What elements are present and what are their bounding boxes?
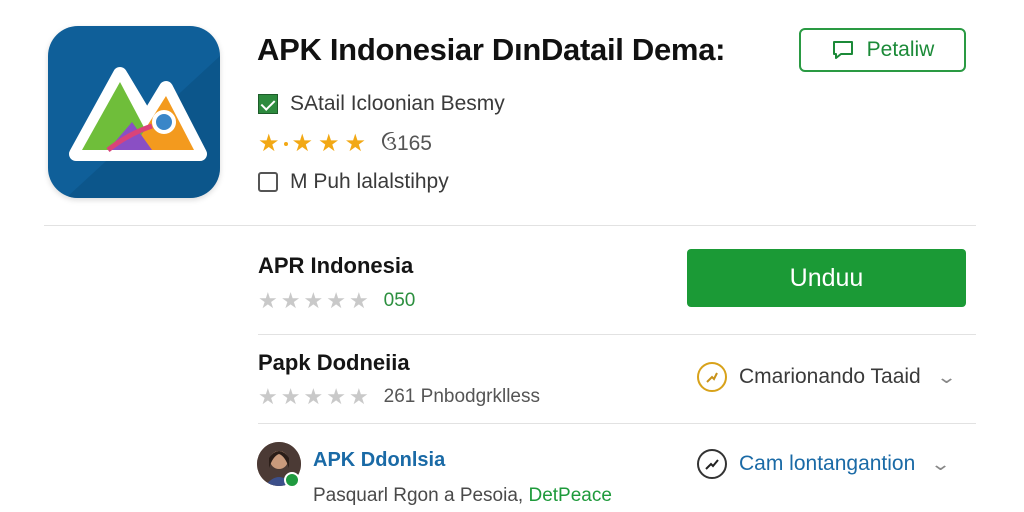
list-item-title[interactable]: APR Indonesia [258,253,413,279]
star-rating: ★ ★ ★ ★ ★ [258,290,372,312]
developer-name[interactable]: SAtail Icloonian Besmy [290,92,505,116]
list-item-link[interactable]: DetPeace [528,485,611,506]
item-action-label: Cmarionando Taaid [739,365,921,388]
item-action-dropdown[interactable]: Cam lontangantion ⌄ [697,449,952,479]
developer-row: SAtail Icloonian Besmy [258,92,505,116]
star-rating: ★ ★ ★ ★ ★ [258,386,372,408]
star-icon: ★ [318,130,340,157]
star-icon: ★ [326,288,346,313]
install-button[interactable]: Unduu [687,249,966,307]
star-icon: ★ [344,130,367,157]
rating-row: ★ ★ ★ ★ ઉ165 [258,132,432,156]
star-icon: ★ [258,384,278,409]
item-action-dropdown[interactable]: Cmarionando Taaid ⌄ [697,362,957,392]
extra-info-text: M Puh lalalstihpy [290,170,449,193]
app-title: APK Indonesiar DınDatail Dema: [257,32,726,67]
star-icon: ★ [280,288,301,313]
list-item-subtitle-text: Pasquarl Rgon a Pesoia, [313,485,524,506]
list-item-rating: ★ ★ ★ ★ ★ 050 [258,290,415,312]
star-rating: ★ ★ ★ ★ [258,132,371,156]
star-icon: ★ [291,130,314,157]
verified-badge-icon [284,472,300,488]
list-item-title[interactable]: Papk Dodneiia [258,350,410,376]
app-logo-icon [48,26,220,198]
star-icon: ★ [258,130,280,157]
star-separator [283,142,288,146]
divider [258,334,976,335]
header-action-label: Petaliw [866,38,935,61]
item-action-label: Cam lontangantion [739,452,916,475]
star-icon: ★ [326,384,346,409]
star-icon: ★ [258,288,278,313]
star-icon: ★ [348,288,369,313]
rating-count: 050 [383,290,416,311]
verified-check-icon [258,94,278,114]
rating-value: ઉ165 [381,132,432,155]
star-icon: ★ [303,288,324,313]
checkbox-icon[interactable] [258,172,278,192]
star-icon: ★ [303,384,324,409]
list-item-title[interactable]: APK Ddonlsia [313,449,445,472]
list-item-subtitle-row: ★ ★ ★ ★ ★ 261 Pnbodgrklless [258,386,540,408]
star-icon: ★ [280,384,301,409]
header-action-button[interactable]: Petaliw [799,28,966,72]
list-item-subtitle: Pasquarl Rgon a Pesoia, DetPeace [313,485,612,507]
trend-icon [697,449,727,479]
list-item-subtitle: 261 Pnbodgrklless [383,386,540,407]
clock-icon [697,362,727,392]
star-icon: ★ [348,384,369,409]
chevron-down-icon: ⌄ [935,366,957,387]
extra-info-row: M Puh lalalstihpy [258,170,449,194]
divider [258,423,976,424]
divider [44,225,976,226]
message-icon [832,41,853,59]
chevron-down-icon: ⌄ [930,453,952,474]
